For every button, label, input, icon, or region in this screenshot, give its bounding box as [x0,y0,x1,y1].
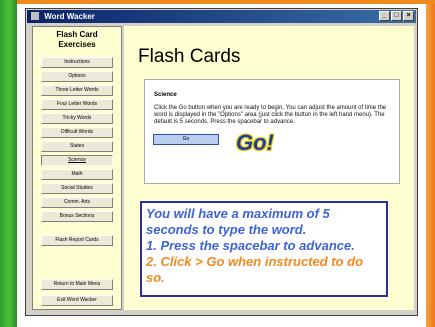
title-bar: Word Wacker _ □ × [27,10,416,23]
page-title: Flash Cards [138,46,241,67]
close-button[interactable]: × [403,11,414,21]
return-to-main-menu-button[interactable]: Return to Main Menu [41,279,113,290]
sidebar-item-social-studies[interactable]: Social Studies [41,183,113,194]
minimize-button[interactable]: _ [379,11,390,21]
sidebar-item-science[interactable]: Science [41,155,113,166]
sidebar-item-difficult-words[interactable]: Difficult Words [41,127,113,138]
sidebar-item-math[interactable]: Math [41,169,113,180]
instruction-callout: You will have a maximum of 5 seconds to … [140,201,388,297]
go-button[interactable]: Go [153,134,219,145]
window-controls: _ □ × [379,11,414,21]
sidebar-heading: Flash Card Exercises [33,30,121,50]
sidebar-item-bonus-sections[interactable]: Bonus Sections [41,211,113,222]
sidebar-item-tricky-words[interactable]: Tricky Words [41,113,113,124]
app-icon [31,12,39,20]
sidebar-item-comm-arts[interactable]: Comm. Arts [41,197,113,208]
callout-line-2: 1. Press the spacebar to advance. [146,238,355,253]
sidebar-heading-line2: Exercises [58,40,96,49]
maximize-button[interactable]: □ [391,11,402,21]
sidebar-item-states[interactable]: States [41,141,113,152]
callout-line-1: You will have a maximum of 5 seconds to … [146,206,330,237]
slide-right-stripe [426,4,435,327]
slide-top-stripe [17,0,435,4]
section-title: Science [154,92,177,98]
window-title: Word Wacker [44,12,95,21]
slide-left-stripe [0,0,17,327]
exercise-panel: Science Click the Go button when you are… [144,79,400,184]
sidebar-item-four-letter-words[interactable]: Four Letter Words [41,99,113,110]
go-graphic: Go! [236,130,274,155]
sidebar: Flash Card Exercises Instructions Option… [32,26,122,310]
sidebar-heading-line1: Flash Card [56,30,98,39]
sidebar-item-three-letter-words[interactable]: Three Letter Words [41,85,113,96]
sidebar-item-options[interactable]: Options [41,71,113,82]
callout-line-3: 2. Click > Go when instructed to do so. [146,254,364,285]
exit-button[interactable]: Exit Word Wacker [41,295,113,306]
flash-report-cards-button[interactable]: Flash Report Cards [41,235,113,246]
instructions-text: Click the Go button when you are ready t… [154,105,387,125]
sidebar-item-instructions[interactable]: Instructions [41,57,113,68]
